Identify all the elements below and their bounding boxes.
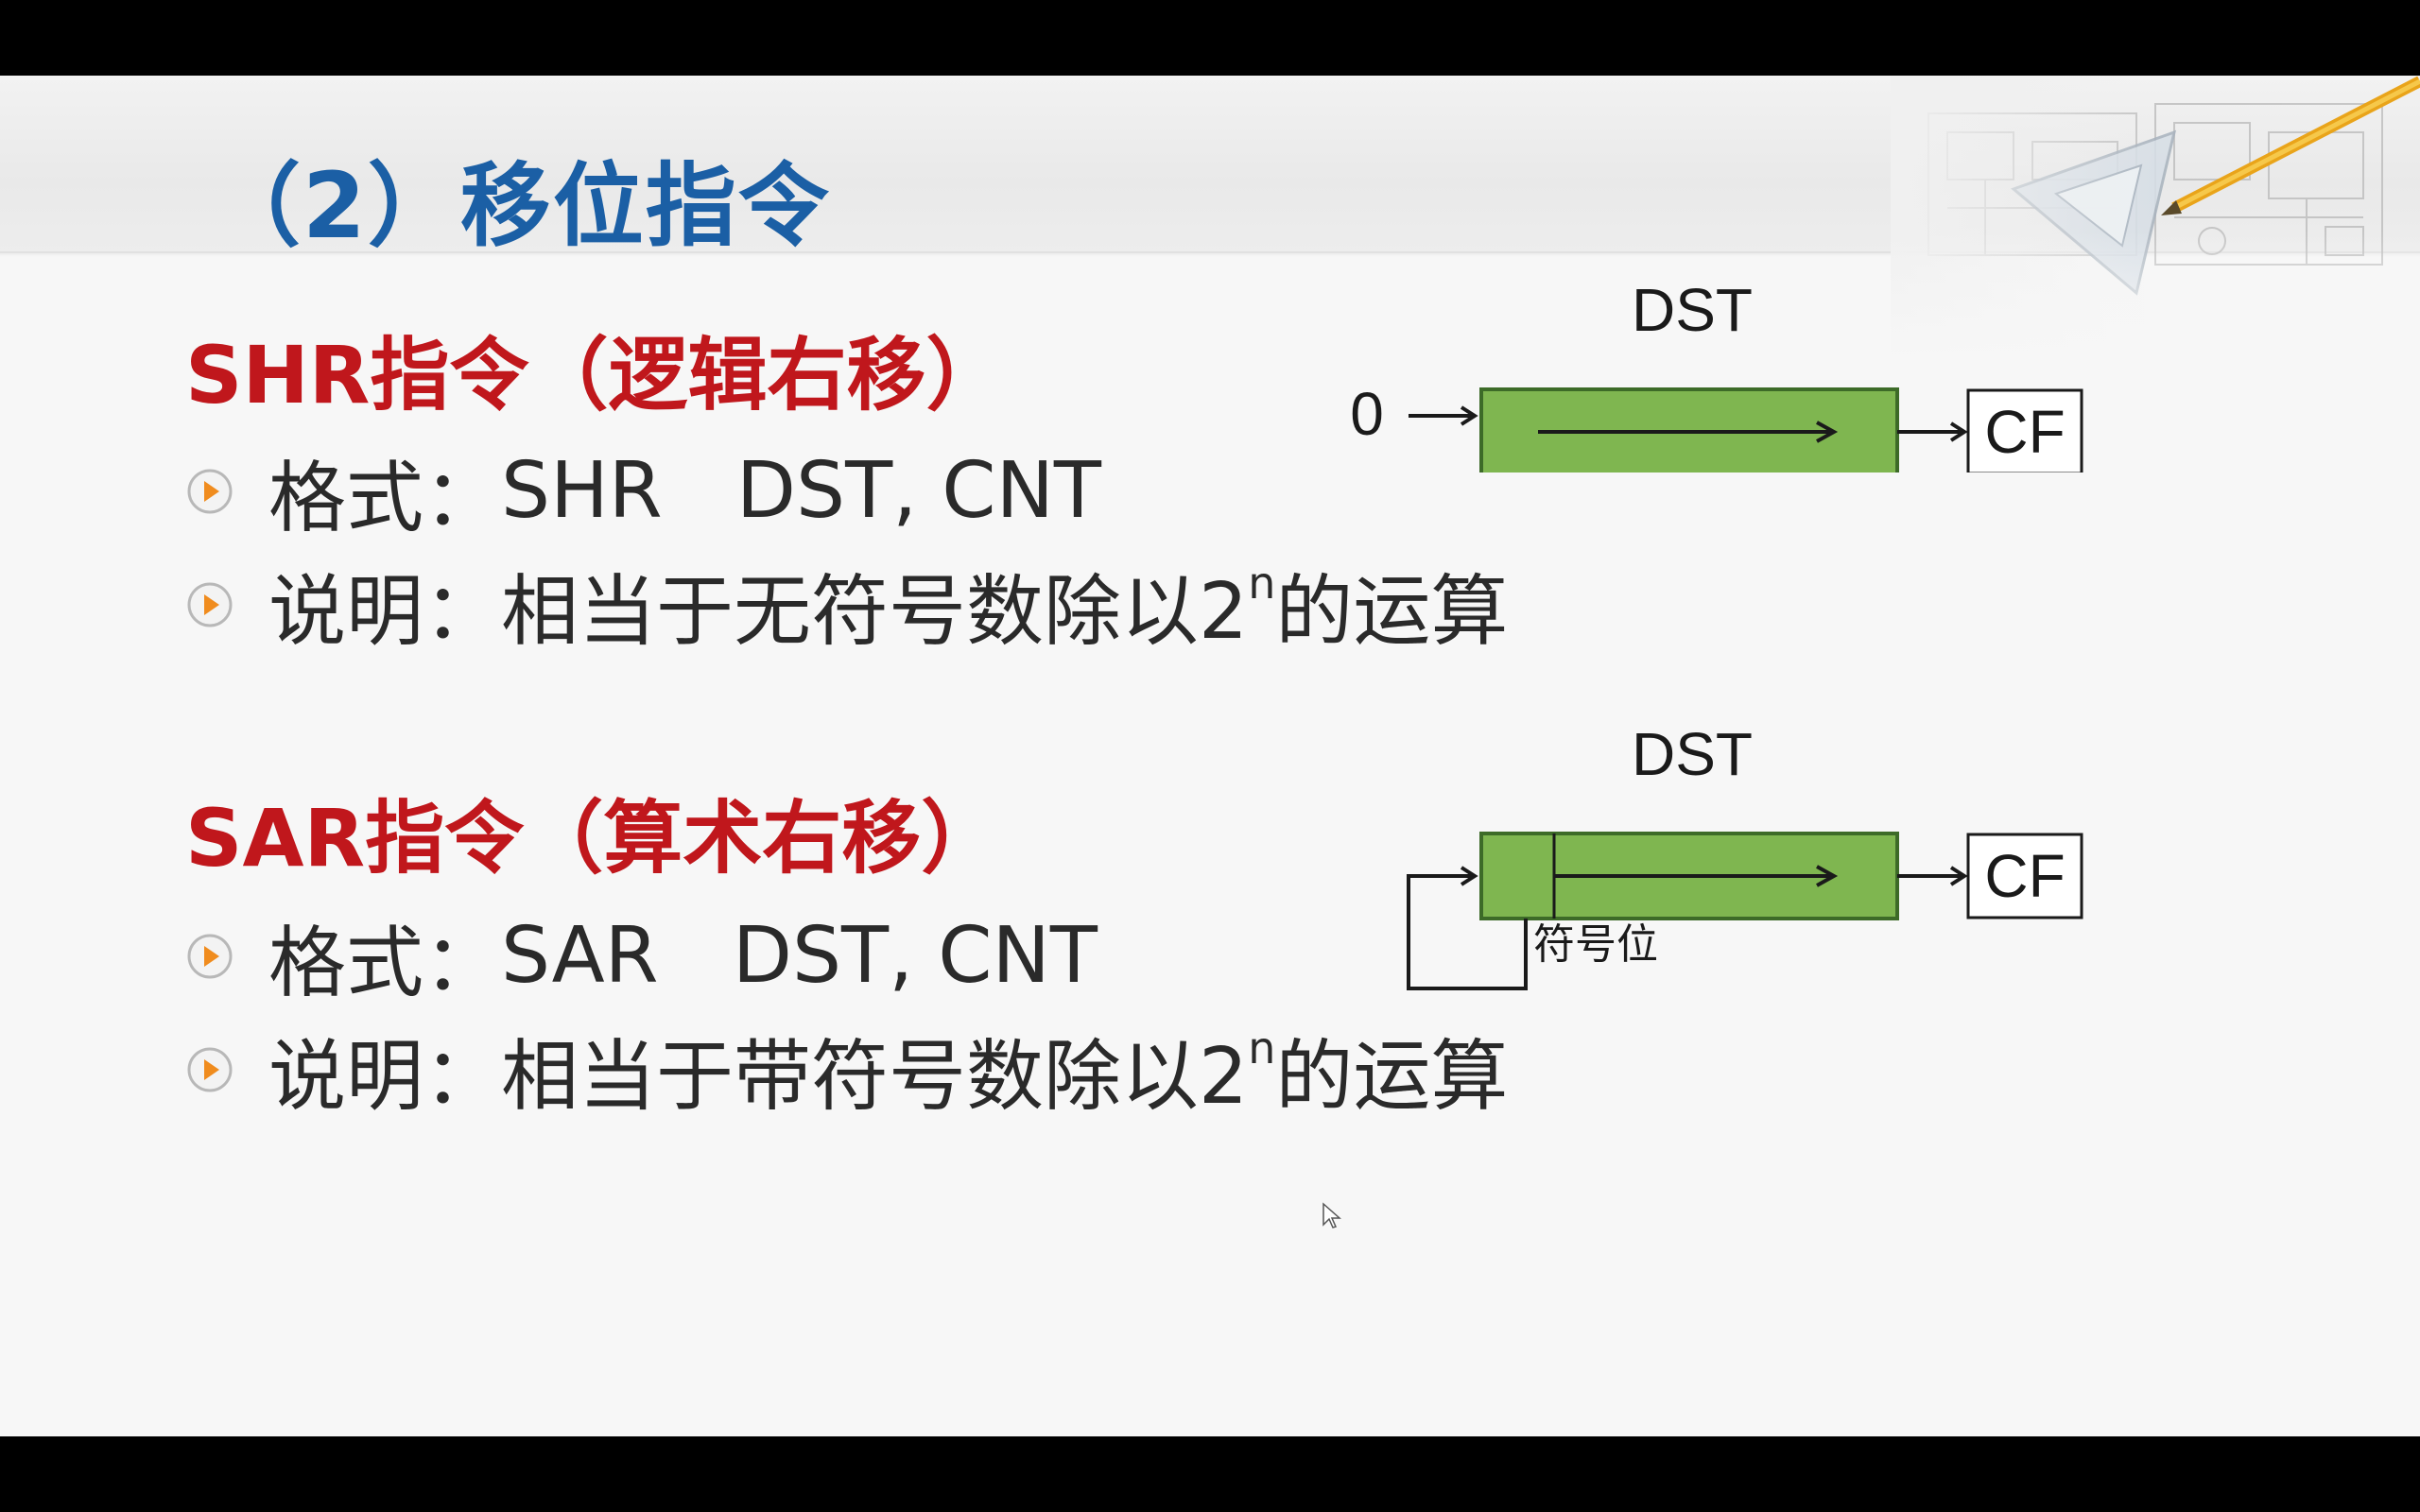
letterbox-top: [0, 0, 2420, 76]
shr-description-suffix: 的运算: [1275, 567, 1509, 657]
sar-format-text: SAR DST, CNT: [501, 911, 1098, 1001]
sar-heading: SAR指令（算术右移）: [185, 792, 1001, 885]
sar-format-label: 格式：: [268, 919, 502, 1008]
play-circle-bullet-icon: [187, 1047, 233, 1091]
sar-format-bullet: 格式： SAR DST, CNT: [185, 900, 1098, 1012]
sar-sign-bit-label: 符号位: [1533, 920, 1658, 969]
presentation-slide: （2）移位指令 SHR指令（逻辑右移） 格式： SHR DST, CNT 说明：…: [0, 76, 2420, 1436]
sar-cf-label: CF: [1984, 842, 2065, 910]
sar-description-label: 说明：: [268, 1032, 502, 1122]
shr-cf-label: CF: [1984, 398, 2065, 466]
shr-heading: SHR指令（逻辑右移）: [185, 329, 1006, 421]
sar-register-label: DST: [1632, 728, 1753, 788]
letterbox-bottom: [0, 1436, 2420, 1512]
shr-input-zero: 0: [1350, 380, 1384, 448]
sar-description-exponent: n: [1248, 1022, 1276, 1074]
play-circle-bullet-icon: [187, 469, 233, 513]
shr-format-text: SHR DST, CNT: [501, 446, 1101, 536]
shr-description-label: 说明：: [268, 567, 502, 657]
slide-title: （2）移位指令: [210, 153, 831, 259]
sar-carry-arrow: [1897, 866, 1968, 886]
sar-shift-diagram: DST CF 符号位: [1407, 728, 2083, 990]
play-circle-bullet-icon: [187, 934, 233, 978]
shr-register-label: DST: [1632, 284, 1753, 344]
shr-input-arrow: [1409, 405, 1478, 426]
shr-description-bullet: 说明： 相当于无符号数除以2 n 的运算: [185, 548, 1508, 661]
shr-format-bullet: 格式： SHR DST, CNT: [185, 435, 1101, 547]
sar-description-suffix: 的运算: [1275, 1032, 1509, 1122]
sar-description-text: 相当于带符号数除以2: [501, 1032, 1249, 1122]
shr-description-exponent: n: [1248, 557, 1276, 609]
play-circle-bullet-icon: [187, 582, 233, 627]
mouse-cursor-icon: [1322, 1202, 1341, 1228]
sar-description-bullet: 说明： 相当于带符号数除以2 n 的运算: [185, 1013, 1508, 1125]
shr-carry-arrow: [1897, 421, 1968, 442]
shr-description-text: 相当于无符号数除以2: [501, 567, 1249, 657]
shr-format-label: 格式：: [268, 454, 502, 543]
shr-shift-diagram: DST 0 CF: [1350, 284, 2083, 472]
